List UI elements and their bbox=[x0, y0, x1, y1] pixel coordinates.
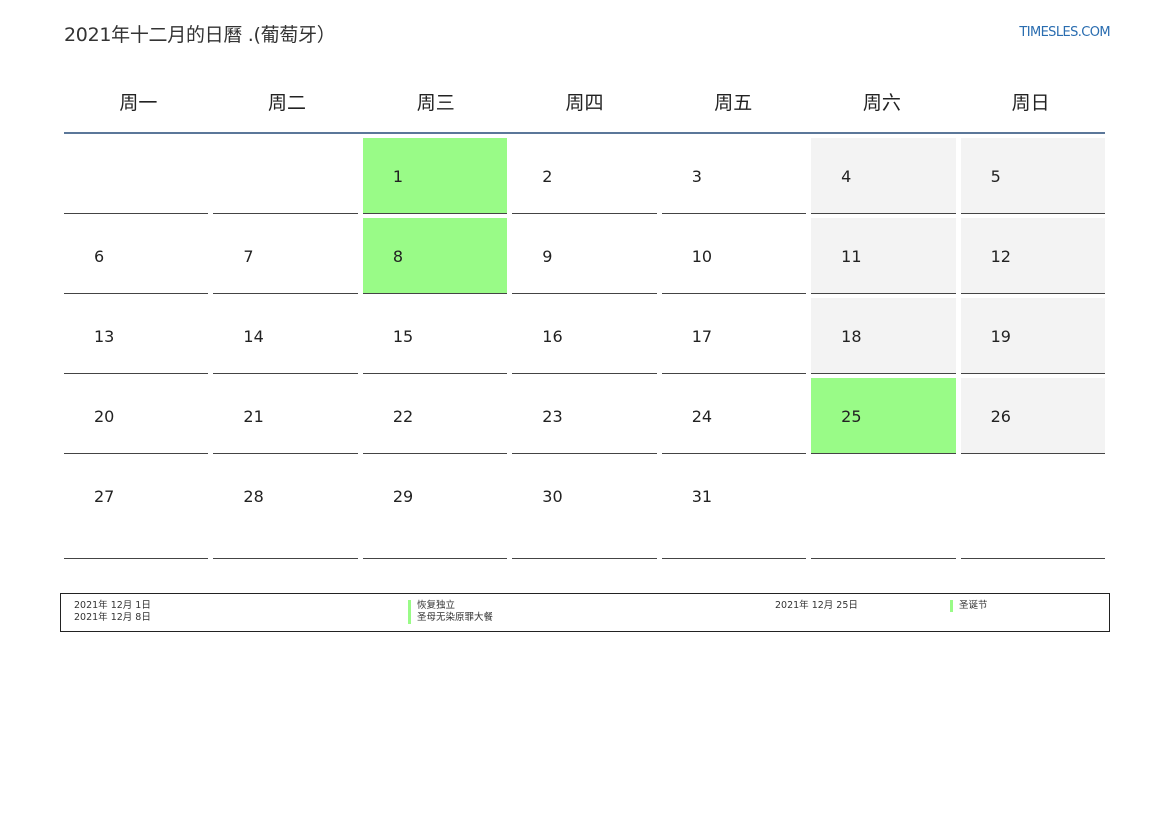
day-cell: 28 bbox=[213, 458, 358, 559]
holiday-day-cell: 1 bbox=[362, 138, 508, 214]
day-number: 6 bbox=[94, 247, 105, 266]
holiday-date: 2021年 12月 25日 bbox=[775, 600, 858, 611]
day-number: 11 bbox=[841, 247, 862, 266]
day-cell bbox=[811, 458, 956, 559]
holiday-date: 2021年 12月 8日 bbox=[74, 612, 151, 623]
day-number: 25 bbox=[841, 407, 862, 426]
holiday-name: 圣母无染原罪大餐 bbox=[408, 612, 493, 624]
day-number: 15 bbox=[392, 327, 414, 346]
day-number: 17 bbox=[691, 327, 713, 346]
day-number: 30 bbox=[542, 487, 563, 506]
day-number: 24 bbox=[691, 407, 713, 426]
day-number: 13 bbox=[94, 327, 115, 346]
day-cell: 15 bbox=[362, 298, 508, 374]
day-cell: 26 bbox=[960, 378, 1105, 454]
day-cell: 6 bbox=[64, 218, 209, 294]
day-cell: 5 bbox=[960, 138, 1105, 214]
day-number: 9 bbox=[542, 247, 553, 266]
day-cell: 9 bbox=[512, 218, 657, 294]
day-cell: 31 bbox=[661, 458, 807, 559]
day-cell: 30 bbox=[512, 458, 657, 559]
holiday-day-cell: 25 bbox=[811, 378, 956, 454]
day-cell: 4 bbox=[811, 138, 956, 214]
day-number: 16 bbox=[542, 327, 563, 346]
weekday-wed: 周三 bbox=[416, 91, 455, 114]
day-cell bbox=[213, 138, 358, 214]
day-cell: 19 bbox=[960, 298, 1105, 374]
day-cell bbox=[64, 138, 209, 214]
day-number: 14 bbox=[243, 327, 264, 346]
day-cell: 7 bbox=[213, 218, 358, 294]
day-number: 18 bbox=[841, 327, 862, 346]
day-cell: 11 bbox=[811, 218, 956, 294]
day-number: 2 bbox=[542, 167, 553, 186]
day-number: 1 bbox=[392, 167, 404, 186]
day-cell: 18 bbox=[811, 298, 956, 374]
holiday-name: 圣诞节 bbox=[950, 600, 988, 612]
day-number: 5 bbox=[990, 167, 1001, 186]
brand-link[interactable]: TIMESLES.COM bbox=[1019, 25, 1110, 40]
weekday-sun: 周日 bbox=[1011, 91, 1050, 114]
day-cell: 24 bbox=[661, 378, 807, 454]
day-number: 31 bbox=[691, 487, 713, 506]
day-cell: 14 bbox=[213, 298, 358, 374]
day-number: 19 bbox=[990, 327, 1011, 346]
day-cell: 17 bbox=[661, 298, 807, 374]
day-cell: 3 bbox=[661, 138, 807, 214]
day-cell: 10 bbox=[661, 218, 807, 294]
day-cell: 20 bbox=[64, 378, 209, 454]
weekday-tue: 周二 bbox=[268, 91, 307, 114]
day-number: 12 bbox=[990, 247, 1011, 266]
day-number: 4 bbox=[841, 167, 852, 186]
weekday-thu: 周四 bbox=[565, 91, 604, 114]
day-number: 7 bbox=[243, 247, 254, 266]
day-number: 23 bbox=[542, 407, 563, 426]
weekday-mon: 周一 bbox=[119, 91, 158, 114]
page-title: 2021年十二月的日曆 .(葡萄牙） bbox=[64, 24, 336, 46]
weekday-sat: 周六 bbox=[862, 91, 901, 114]
holiday-day-cell: 8 bbox=[362, 218, 508, 294]
day-number: 22 bbox=[392, 407, 414, 426]
holiday-legend: 2021年 12月 1日 2021年 12月 8日 恢复独立 圣母无染原罪大餐 … bbox=[60, 593, 1110, 632]
day-number: 21 bbox=[243, 407, 264, 426]
day-cell: 21 bbox=[213, 378, 358, 454]
day-number: 8 bbox=[392, 247, 404, 266]
calendar-grid: 1 2 3 4 5 6 7 8 9 10 11 12 13 14 15 16 1… bbox=[64, 138, 1105, 559]
day-number: 29 bbox=[392, 487, 414, 506]
day-cell: 22 bbox=[362, 378, 508, 454]
day-number: 10 bbox=[691, 247, 713, 266]
day-number: 20 bbox=[94, 407, 115, 426]
day-number: 26 bbox=[990, 407, 1011, 426]
day-cell: 29 bbox=[362, 458, 508, 559]
day-cell: 16 bbox=[512, 298, 657, 374]
day-cell: 2 bbox=[512, 138, 657, 214]
day-cell: 12 bbox=[960, 218, 1105, 294]
day-cell bbox=[960, 458, 1105, 559]
holiday-date: 2021年 12月 1日 bbox=[74, 600, 151, 611]
weekday-header: 周一 周二 周三 周四 周五 周六 周日 bbox=[64, 70, 1105, 134]
day-cell: 27 bbox=[64, 458, 209, 559]
day-number: 3 bbox=[691, 167, 702, 186]
day-number: 28 bbox=[243, 487, 264, 506]
weekday-fri: 周五 bbox=[714, 91, 753, 114]
day-cell: 13 bbox=[64, 298, 209, 374]
day-number: 27 bbox=[94, 487, 115, 506]
holiday-name: 恢复独立 bbox=[408, 600, 455, 612]
day-cell: 23 bbox=[512, 378, 657, 454]
